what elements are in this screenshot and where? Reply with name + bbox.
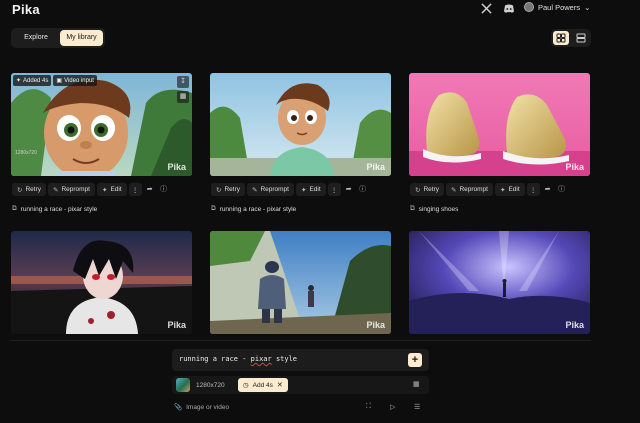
pika-watermark: Pika bbox=[167, 320, 186, 330]
card-prompt[interactable]: ⧉ running a race - pixar style bbox=[12, 205, 97, 213]
video-card[interactable]: Pika bbox=[210, 73, 391, 176]
tab-explore[interactable]: Explore bbox=[14, 30, 58, 46]
card-overlay-icons: ↧ ▦ bbox=[177, 76, 189, 103]
pika-watermark: Pika bbox=[366, 320, 385, 330]
info-icon[interactable]: ⓘ bbox=[158, 183, 170, 196]
prompt-text[interactable]: running a race - pixar style bbox=[179, 355, 297, 363]
pika-logo[interactable]: Pika bbox=[12, 2, 40, 17]
retry-icon: ↻ bbox=[415, 186, 421, 194]
grid-view-icon[interactable] bbox=[553, 31, 569, 45]
reprompt-button[interactable]: ✎ Reprompt bbox=[445, 183, 493, 196]
video-icon: ▣ bbox=[56, 78, 63, 84]
clock-icon: ◷ bbox=[243, 382, 249, 389]
image-or-video-button[interactable]: 📎 Image or video bbox=[174, 403, 229, 412]
list-view-icon[interactable] bbox=[573, 31, 589, 45]
add-time-chip[interactable]: ◷ Add 4s ✕ bbox=[238, 378, 288, 392]
close-icon[interactable]: ✕ bbox=[277, 381, 283, 389]
settings-sliders-icon[interactable]: ☰ bbox=[414, 403, 420, 411]
video-thumbnail bbox=[11, 73, 192, 176]
card-prompt[interactable]: ⧉ singing shoes bbox=[410, 205, 458, 213]
video-thumbnail bbox=[409, 231, 590, 334]
camera-icon[interactable]: ▷ bbox=[390, 403, 395, 411]
edit-button[interactable]: ✦ Edit bbox=[96, 183, 127, 196]
user-menu[interactable]: Paul Powers ⌄ bbox=[524, 2, 590, 12]
video-card[interactable]: Pika bbox=[409, 73, 590, 176]
video-thumbnail bbox=[11, 231, 192, 334]
x-twitter-icon[interactable] bbox=[480, 3, 492, 15]
share-icon[interactable]: ➦ bbox=[144, 183, 156, 196]
view-toggle bbox=[551, 29, 591, 47]
pika-watermark: Pika bbox=[167, 162, 186, 172]
card-prompt[interactable]: ⧉ running a race - pixar style bbox=[211, 205, 296, 213]
discord-icon[interactable] bbox=[503, 3, 515, 15]
info-icon[interactable]: ⓘ bbox=[556, 183, 568, 196]
video-card[interactable]: Pika bbox=[210, 231, 391, 334]
edit-button[interactable]: ✦ Edit bbox=[295, 183, 326, 196]
video-thumbnail bbox=[210, 231, 391, 334]
retry-button[interactable]: ↻ Retry bbox=[211, 183, 245, 196]
card-tags: ✦ Added 4s ▣ Video input bbox=[13, 75, 97, 86]
edit-icon: ✦ bbox=[300, 186, 307, 194]
retry-button[interactable]: ↻ Retry bbox=[12, 183, 46, 196]
video-thumbnail bbox=[210, 73, 391, 176]
divider bbox=[10, 340, 591, 341]
user-name: Paul Powers bbox=[538, 2, 581, 12]
pika-watermark: Pika bbox=[565, 162, 584, 172]
card-actions: ↻ Retry ✎ Reprompt ✦ Edit ⋮ ➦ ⓘ bbox=[12, 183, 170, 196]
edit-button[interactable]: ✦ Edit bbox=[494, 183, 525, 196]
aspect-ratio-icon[interactable]: ⛶ bbox=[366, 403, 371, 411]
added-time-badge: ✦ Added 4s bbox=[13, 75, 52, 86]
trash-icon[interactable]: ▦ bbox=[177, 91, 189, 103]
paperclip-icon: 📎 bbox=[174, 404, 183, 411]
copy-icon: ⧉ bbox=[211, 205, 216, 212]
copy-icon: ⧉ bbox=[12, 205, 17, 212]
retry-icon: ↻ bbox=[17, 186, 23, 194]
input-thumbnail[interactable] bbox=[176, 378, 190, 392]
more-options-icon[interactable]: ⋮ bbox=[128, 183, 142, 196]
card-actions: ↻ Retry ✎ Reprompt ✦ Edit ⋮ ➦ ⓘ bbox=[410, 183, 568, 196]
info-icon[interactable]: ⓘ bbox=[357, 183, 369, 196]
avatar bbox=[524, 2, 534, 12]
top-bar: Pika Paul Powers ⌄ bbox=[0, 0, 640, 20]
more-options-icon[interactable]: ⋮ bbox=[327, 183, 341, 196]
library-tabs: Explore My library bbox=[11, 28, 105, 48]
prompt-input[interactable]: running a race - pixar style bbox=[172, 349, 429, 371]
reprompt-button[interactable]: ✎ Reprompt bbox=[47, 183, 95, 196]
trash-icon[interactable]: ▦ bbox=[413, 380, 420, 388]
retry-icon: ↻ bbox=[216, 186, 222, 194]
copy-icon: ⧉ bbox=[410, 205, 415, 212]
pika-watermark: Pika bbox=[565, 320, 584, 330]
video-card[interactable]: ✦ Added 4s ▣ Video input ↧ ▦ 1280x720 Pika bbox=[11, 73, 192, 176]
video-dimensions: 1280x720 bbox=[15, 150, 37, 156]
tab-my-library[interactable]: My library bbox=[60, 30, 103, 46]
sparkle-icon: ✦ bbox=[16, 78, 22, 84]
chevron-down-icon: ⌄ bbox=[584, 2, 591, 12]
resolution-label: 1280x720 bbox=[196, 382, 225, 389]
share-icon[interactable]: ➦ bbox=[542, 183, 554, 196]
share-icon[interactable]: ➦ bbox=[343, 183, 355, 196]
reprompt-button[interactable]: ✎ Reprompt bbox=[246, 183, 294, 196]
edit-icon: ✦ bbox=[101, 186, 108, 194]
more-options-icon[interactable]: ⋮ bbox=[526, 183, 540, 196]
video-input-badge: ▣ Video input bbox=[53, 75, 97, 86]
video-card[interactable]: Pika bbox=[409, 231, 590, 334]
reprompt-icon: ✎ bbox=[52, 186, 59, 194]
add-button[interactable]: + bbox=[408, 353, 422, 367]
edit-icon: ✦ bbox=[499, 186, 506, 194]
video-thumbnail bbox=[409, 73, 590, 176]
retry-button[interactable]: ↻ Retry bbox=[410, 183, 444, 196]
pika-watermark: Pika bbox=[366, 162, 385, 172]
reprompt-icon: ✎ bbox=[251, 186, 258, 194]
card-actions: ↻ Retry ✎ Reprompt ✦ Edit ⋮ ➦ ⓘ bbox=[211, 183, 369, 196]
download-icon[interactable]: ↧ bbox=[177, 76, 189, 88]
reprompt-icon: ✎ bbox=[450, 186, 457, 194]
video-card[interactable]: Pika bbox=[11, 231, 192, 334]
